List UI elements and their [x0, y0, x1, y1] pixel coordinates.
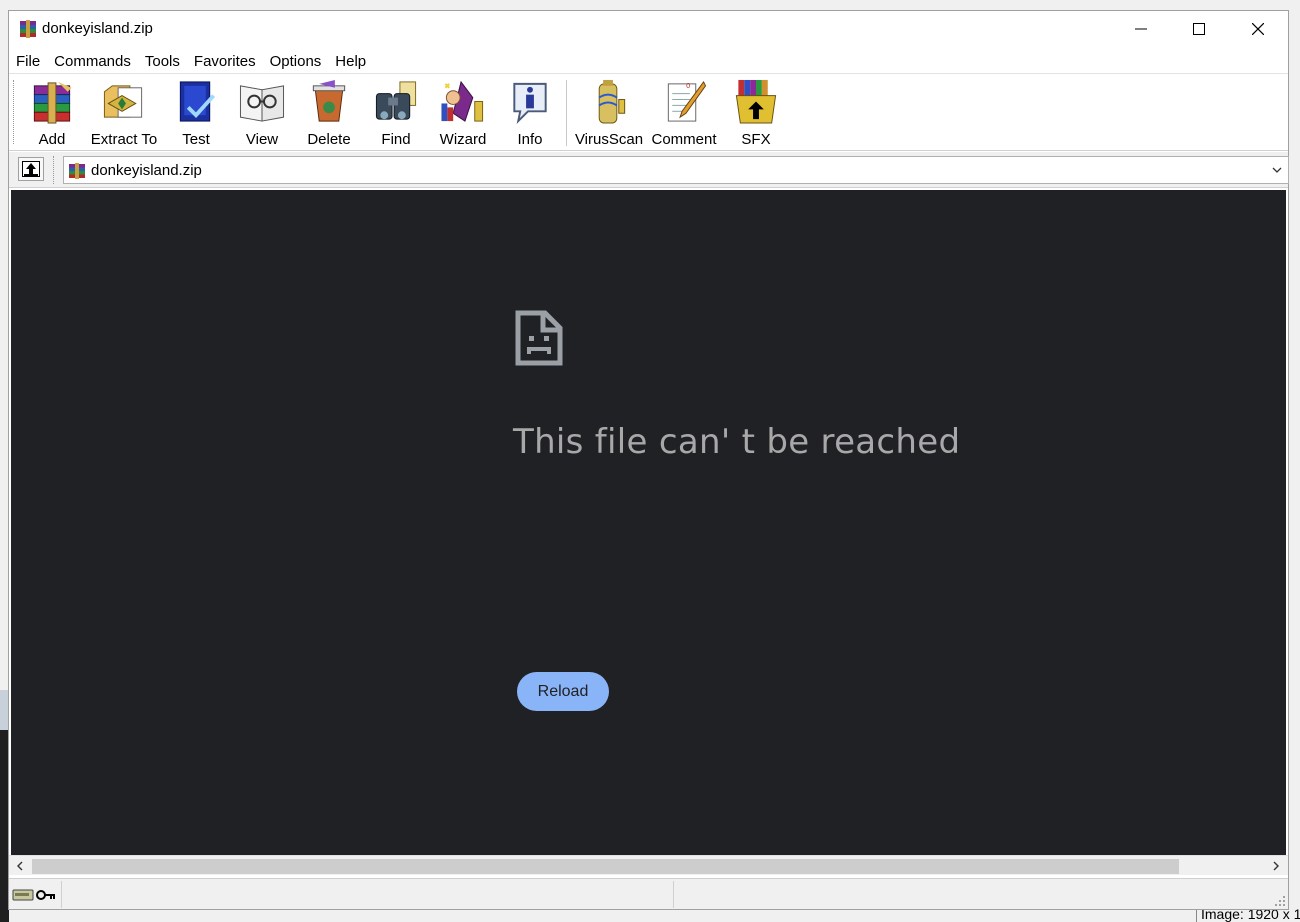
minimize-button[interactable]: [1112, 11, 1170, 47]
resize-grip-icon[interactable]: [1274, 895, 1286, 907]
close-button[interactable]: [1229, 11, 1287, 47]
toolbar-sfx-button[interactable]: SFX: [729, 76, 783, 148]
test-icon: [179, 81, 216, 122]
winrar-window: donkeyisland.zip File Commands Tools Fav…: [8, 10, 1289, 910]
file-view-pane: This file can' t be reached Reload: [11, 190, 1286, 855]
toolbar-virusscan-button[interactable]: VirusScan: [575, 76, 643, 148]
toolbar-delete-button[interactable]: Delete: [301, 76, 357, 148]
toolbar-extract-button[interactable]: Extract To: [91, 76, 157, 148]
menu-help[interactable]: Help: [335, 53, 366, 70]
toolbar-find-label: Find: [381, 131, 411, 148]
menu-file[interactable]: File: [16, 53, 40, 70]
error-title: This file can' t be reached: [513, 422, 961, 462]
add-archive-icon: [33, 81, 72, 124]
menu-tools[interactable]: Tools: [145, 53, 180, 70]
toolbar-separator: [566, 80, 568, 146]
title-bar[interactable]: donkeyisland.zip: [9, 11, 1288, 47]
scroll-right-button[interactable]: [1267, 858, 1285, 874]
horizontal-scrollbar[interactable]: [9, 855, 1288, 875]
close-icon: [1252, 23, 1264, 35]
toolbar: Add Extract To Test View Delete Find Wiz…: [9, 73, 1288, 151]
broken-file-icon: [515, 310, 563, 366]
up-folder-button[interactable]: [18, 157, 44, 181]
toolbar-comment-button[interactable]: 0 Comment: [649, 76, 719, 148]
toolbar-sfx-label: SFX: [741, 131, 771, 148]
address-bar: donkeyisland.zip: [9, 152, 1289, 188]
winrar-app-icon: [20, 20, 36, 38]
toolbar-add-label: Add: [38, 131, 66, 148]
view-icon: [239, 85, 285, 122]
reload-button[interactable]: Reload: [517, 672, 609, 711]
wizard-icon: [441, 80, 484, 122]
toolbar-test-button[interactable]: Test: [169, 76, 223, 148]
status-pane: [61, 881, 674, 908]
toolbar-extract-label: Extract To: [90, 131, 158, 148]
chevron-left-icon: [17, 861, 23, 871]
address-combo[interactable]: donkeyisland.zip: [63, 156, 1289, 184]
chevron-down-icon[interactable]: [1270, 162, 1284, 178]
address-path: donkeyisland.zip: [91, 162, 202, 179]
toolbar-wizard-label: Wizard: [439, 131, 487, 148]
scroll-left-button[interactable]: [11, 858, 29, 874]
menu-options[interactable]: Options: [270, 53, 322, 70]
minimize-icon: [1135, 28, 1147, 30]
svg-text:0: 0: [686, 82, 690, 90]
toolbar-add-button[interactable]: Add: [25, 76, 79, 148]
toolbar-delete-label: Delete: [307, 131, 351, 148]
virusscan-icon: [598, 79, 626, 124]
toolbar-comment-label: Comment: [651, 131, 717, 148]
up-arrow-icon: [22, 161, 40, 177]
status-bar: [9, 878, 1288, 909]
find-icon: [375, 81, 417, 120]
toolbar-info-button[interactable]: Info: [503, 76, 557, 148]
toolbar-info-label: Info: [517, 131, 543, 148]
toolbar-view-button[interactable]: View: [235, 76, 289, 148]
comment-icon: 0: [667, 80, 707, 122]
chevron-right-icon: [1273, 861, 1279, 871]
toolbar-virusscan-label: VirusScan: [574, 131, 644, 148]
info-icon: [513, 82, 547, 125]
scrollbar-thumb[interactable]: [32, 859, 1179, 874]
toolbar-test-label: Test: [182, 131, 210, 148]
toolbar-wizard-button[interactable]: Wizard: [433, 76, 493, 148]
maximize-button[interactable]: [1170, 11, 1228, 47]
menu-favorites[interactable]: Favorites: [194, 53, 256, 70]
menu-bar: File Commands Tools Favorites Options He…: [9, 49, 1288, 73]
toolbar-view-label: View: [245, 131, 279, 148]
address-grip: [53, 156, 56, 184]
zip-file-icon: [69, 163, 85, 179]
toolbar-find-button[interactable]: Find: [369, 76, 423, 148]
menu-commands[interactable]: Commands: [54, 53, 131, 70]
drive-key-icon[interactable]: [12, 887, 60, 903]
maximize-icon: [1193, 23, 1205, 35]
sfx-icon: [735, 79, 777, 124]
delete-icon: [312, 79, 346, 122]
toolbar-grip[interactable]: [13, 80, 16, 144]
window-title: donkeyisland.zip: [42, 20, 153, 37]
extract-icon: [103, 85, 143, 118]
